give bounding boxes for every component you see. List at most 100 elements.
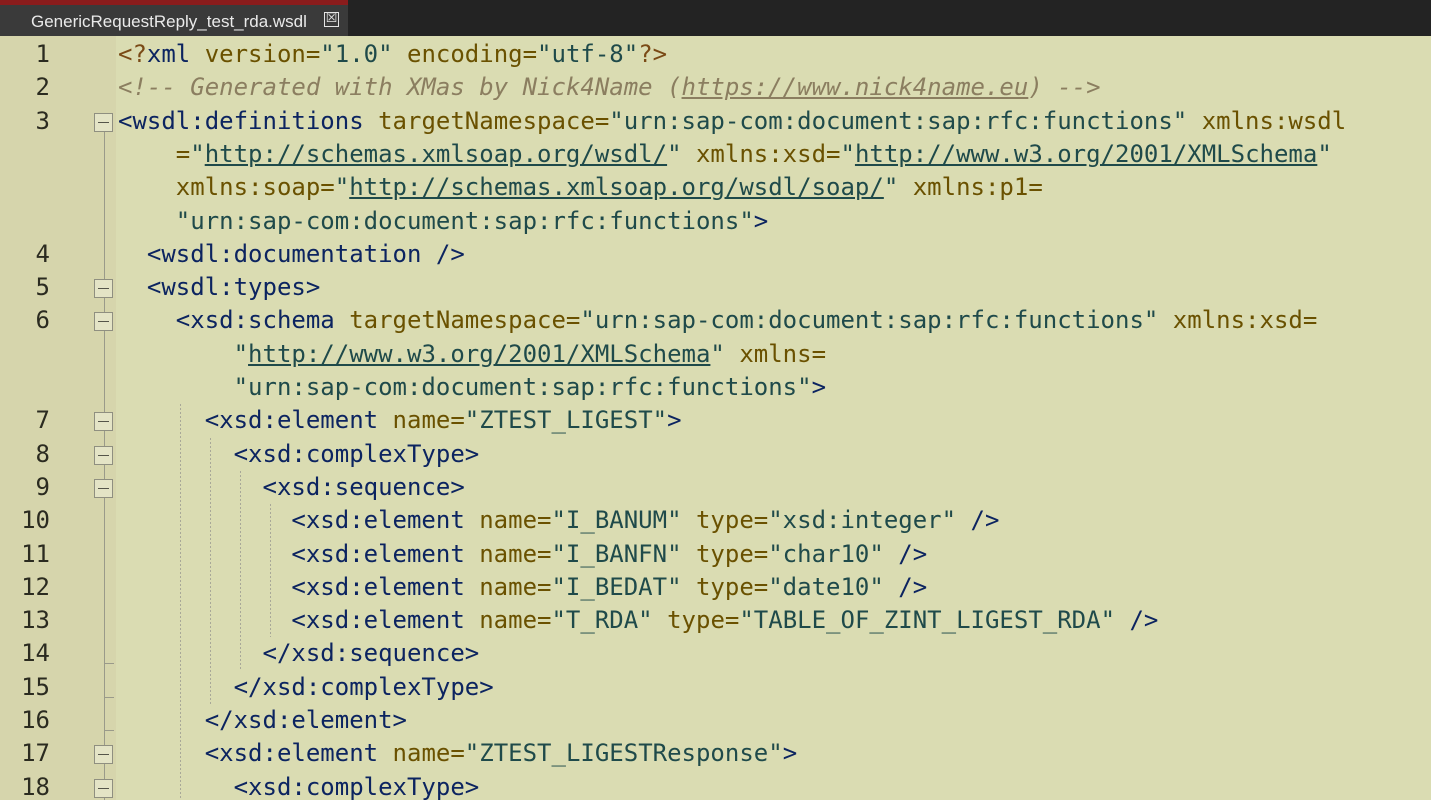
code-line: <xsd:complexType> xyxy=(118,771,480,800)
line-number: 3 xyxy=(35,106,50,135)
code-token: "ZTEST_LIGEST" xyxy=(464,406,668,435)
fold-toggle-icon[interactable] xyxy=(94,445,113,465)
code-token: " xyxy=(118,339,249,368)
code-token: > xyxy=(811,373,827,401)
fold-toggle-icon[interactable] xyxy=(94,412,113,432)
code-line: </xsd:complexType> xyxy=(118,671,494,704)
code-token: " xyxy=(190,139,205,168)
line-number: 12 xyxy=(21,572,50,601)
gutter: 1 2 3 4 5 6 7 8 9 10 11 12 13 14 15 16 17 18 xyxy=(0,36,116,800)
code-token: "I_BANFN" xyxy=(551,539,682,568)
code-token: </xsd:complexType> xyxy=(118,672,494,701)
code-token: targetNamespace= xyxy=(349,306,581,335)
code-token[interactable]: http://www.w3.org/2001/XMLSchema xyxy=(855,140,1317,168)
code-token: /> xyxy=(1115,606,1159,635)
indent-guide xyxy=(210,437,211,704)
code-token: ) --> xyxy=(1028,73,1101,102)
code-token: targetNamespace= xyxy=(378,106,610,135)
indent-guide xyxy=(180,404,181,800)
code-token: "I_BEDAT" xyxy=(551,572,682,601)
fold-toggle-icon[interactable] xyxy=(94,478,113,498)
code-token[interactable]: http://schemas.xmlsoap.org/wsdl/ xyxy=(205,140,667,168)
code-token: type= xyxy=(652,606,740,635)
close-icon[interactable]: ☒ xyxy=(324,12,339,27)
code-token: xmlns:xsd= xyxy=(1158,306,1318,335)
code-token[interactable]: http://schemas.xmlsoap.org/wsdl/soap/ xyxy=(349,173,884,201)
code-token: name= xyxy=(392,406,465,435)
code-token: name= xyxy=(479,539,552,568)
line-number: 1 xyxy=(35,40,50,68)
code-token[interactable]: http://www.w3.org/2001/XMLSchema xyxy=(248,340,710,368)
code-line: <xsd:element name="I_BANUM" type="xsd:in… xyxy=(118,504,999,537)
code-token: xmlns:p1= xyxy=(898,173,1043,202)
code-line: <!-- Generated with XMas by Nick4Name (h… xyxy=(118,71,1101,104)
code-token: <xsd:element xyxy=(118,739,393,768)
line-number: 5 xyxy=(35,273,50,302)
code-token: <xsd:element xyxy=(118,406,393,435)
code-token: "date10" xyxy=(768,572,884,601)
code-editor[interactable]: 1 2 3 4 5 6 7 8 9 10 11 12 13 14 15 16 17 18 <?xml versio… xyxy=(0,36,1431,800)
line-number: 17 xyxy=(21,739,50,768)
code-token: encoding= xyxy=(392,40,538,68)
line-number: 9 xyxy=(35,472,50,501)
fold-toggle-icon[interactable] xyxy=(94,778,113,798)
code-token: " xyxy=(334,173,350,202)
fold-toggle-icon[interactable] xyxy=(94,112,113,132)
indent-guide xyxy=(240,470,241,671)
line-number: 8 xyxy=(35,439,50,468)
code-token: xmlns:wsdl xyxy=(1187,106,1347,135)
tab-title: GenericRequestReply_test_rda.wsdl xyxy=(31,12,307,31)
code-token[interactable]: https://www.nick4name.eu xyxy=(682,73,1029,101)
code-token: " xyxy=(840,139,855,168)
code-token: xmlns= xyxy=(724,339,827,368)
code-token: "utf-8" xyxy=(537,40,639,68)
code-token: <xsd:complexType> xyxy=(118,772,480,800)
code-token: <xsd:sequence> xyxy=(118,472,465,501)
code-line: <xsd:element name="T_RDA" type="TABLE_OF… xyxy=(118,604,1158,637)
fold-toggle-icon[interactable] xyxy=(94,312,113,332)
code-token: > xyxy=(782,739,798,768)
code-line: </xsd:sequence> xyxy=(118,637,479,670)
code-token: /> xyxy=(956,506,1000,535)
code-token: " xyxy=(883,173,899,202)
code-token: " xyxy=(710,339,725,368)
tab-bar: GenericRequestReply_test_rda.wsdl ☒ xyxy=(0,0,1431,36)
code-token: "char10" xyxy=(768,539,884,568)
code-token: > xyxy=(667,406,682,435)
line-number: 16 xyxy=(21,706,50,734)
line-number: 11 xyxy=(21,539,50,568)
indent-guide xyxy=(270,504,271,638)
code-token: "1.0" xyxy=(320,40,393,68)
code-token: <xsd:element xyxy=(118,539,480,568)
code-line: <wsdl:types> xyxy=(118,271,320,304)
code-token: " xyxy=(667,139,682,168)
code-token: " xyxy=(1317,139,1332,168)
line-number: 15 xyxy=(21,672,50,701)
line-number: 10 xyxy=(21,506,50,535)
fold-toggle-icon[interactable] xyxy=(94,745,113,765)
code-token: <!-- Generated with XMas by Nick4Name ( xyxy=(118,73,682,102)
code-token: type= xyxy=(681,572,769,601)
code-token: name= xyxy=(479,572,552,601)
code-token: /> xyxy=(883,539,928,568)
code-token: "ZTEST_LIGESTResponse" xyxy=(464,739,783,768)
code-token: "TABLE_OF_ZINT_LIGEST_RDA" xyxy=(739,606,1116,635)
code-token: type= xyxy=(681,539,769,568)
code-line: xmlns:soap="http://schemas.xmlsoap.org/w… xyxy=(118,171,1043,204)
code-token: xmlns:soap= xyxy=(118,173,335,202)
code-token: <xsd:schema xyxy=(118,306,350,335)
code-line: "urn:sap-com:document:sap:rfc:functions"… xyxy=(118,371,826,404)
code-token: name= xyxy=(479,606,552,635)
code-token: ?> xyxy=(638,40,668,68)
line-number: 7 xyxy=(35,406,50,435)
code-token: <? xyxy=(118,40,147,68)
code-line: <wsdl:definitions targetNamespace="urn:s… xyxy=(118,105,1346,138)
code-line: "http://www.w3.org/2001/XMLSchema" xmlns… xyxy=(118,338,826,371)
code-line: </xsd:element> xyxy=(118,704,407,737)
code-token: xmlns:xsd= xyxy=(681,139,841,168)
fold-toggle-icon[interactable] xyxy=(94,279,113,299)
code-token: type= xyxy=(681,506,769,535)
code-token: <xsd:element xyxy=(118,572,480,601)
code-token: </xsd:sequence> xyxy=(118,639,480,668)
editor-tab[interactable]: GenericRequestReply_test_rda.wsdl ☒ xyxy=(0,0,348,36)
